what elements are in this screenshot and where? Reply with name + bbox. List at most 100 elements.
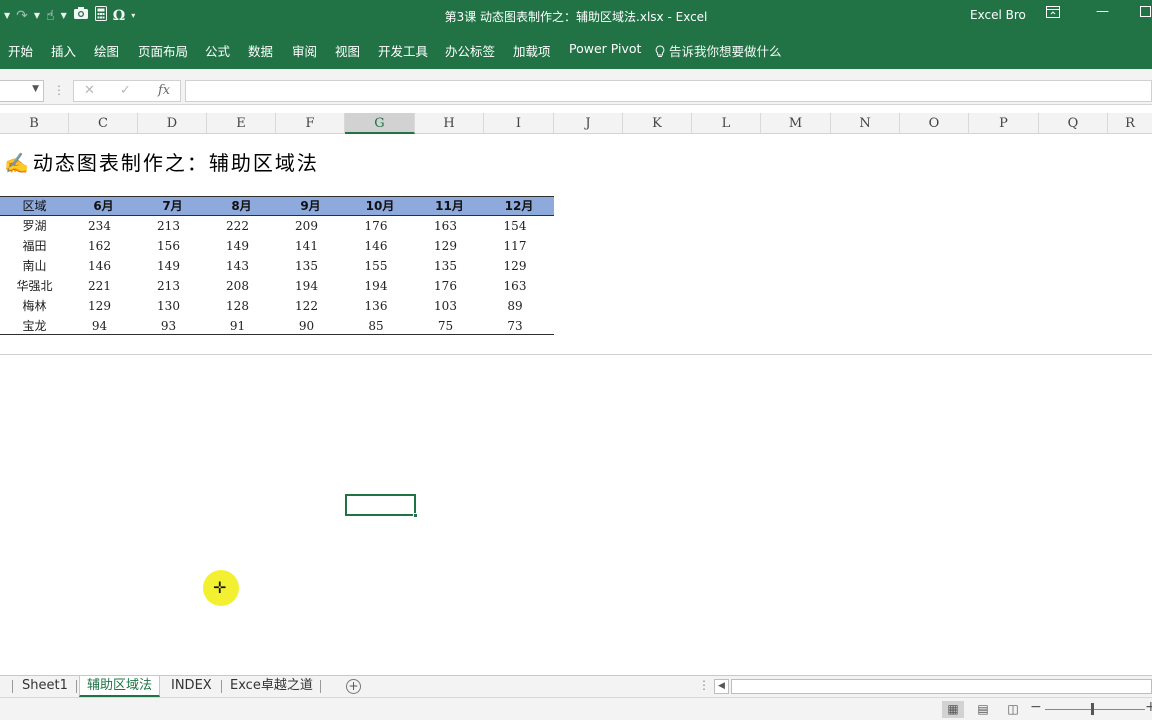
tab-home[interactable]: 开始: [8, 41, 33, 60]
page-break-view-icon[interactable]: ◫: [1002, 701, 1024, 718]
minimize-icon[interactable]: —: [1096, 4, 1109, 19]
value-cell[interactable]: 213: [134, 276, 203, 296]
column-header-m[interactable]: M: [761, 113, 831, 134]
tell-me-search[interactable]: 告诉我你想要做什么: [655, 41, 782, 60]
region-cell[interactable]: 梅林: [0, 296, 69, 316]
value-cell[interactable]: 122: [272, 296, 341, 316]
tab-power-pivot[interactable]: Power Pivot: [569, 41, 641, 56]
worksheet-grid[interactable]: ✍ 动态图表制作之：辅助区域法 区域 6月 7月 8月 9月 10月 11月 12…: [0, 134, 1152, 675]
region-cell[interactable]: 罗湖: [0, 216, 69, 236]
table-header-cell[interactable]: 区域: [0, 197, 69, 216]
value-cell[interactable]: 146: [341, 236, 411, 256]
value-cell[interactable]: 130: [134, 296, 203, 316]
fill-handle[interactable]: [413, 513, 418, 518]
tab-developer[interactable]: 开发工具: [378, 41, 428, 60]
name-box[interactable]: ▼: [0, 80, 44, 102]
active-cell-selection[interactable]: [345, 494, 418, 518]
value-cell[interactable]: 135: [272, 256, 341, 276]
value-cell[interactable]: 89: [480, 296, 550, 316]
value-cell[interactable]: 213: [134, 216, 203, 236]
sheet-tab-excel-path[interactable]: Exce卓越之道: [230, 676, 313, 697]
column-header-i[interactable]: I: [484, 113, 554, 134]
sheet-tab-sheet1[interactable]: Sheet1: [22, 676, 68, 697]
value-cell[interactable]: 154: [480, 216, 550, 236]
value-cell[interactable]: 129: [411, 236, 480, 256]
user-name[interactable]: Excel Bro: [970, 8, 1026, 22]
zoom-slider-track[interactable]: [1045, 709, 1145, 710]
region-cell[interactable]: 福田: [0, 236, 69, 256]
value-cell[interactable]: 222: [203, 216, 272, 236]
value-cell[interactable]: 163: [480, 276, 550, 296]
value-cell[interactable]: 209: [272, 216, 341, 236]
table-header-cell[interactable]: 11月: [415, 197, 484, 216]
column-header-q[interactable]: Q: [1039, 113, 1108, 134]
value-cell[interactable]: 136: [341, 296, 411, 316]
value-cell[interactable]: 221: [65, 276, 134, 296]
tab-review[interactable]: 审阅: [292, 41, 317, 60]
zoom-out-button[interactable]: −: [1030, 699, 1042, 715]
region-cell[interactable]: 宝龙: [0, 316, 69, 336]
column-header-n[interactable]: N: [831, 113, 900, 134]
tab-insert[interactable]: 插入: [51, 41, 76, 60]
sheet-tab-index[interactable]: INDEX: [171, 676, 212, 697]
ribbon-display-options-icon[interactable]: [1046, 6, 1060, 22]
value-cell[interactable]: 90: [272, 316, 341, 336]
column-header-e[interactable]: E: [207, 113, 276, 134]
normal-view-icon[interactable]: ▦: [942, 701, 964, 718]
page-layout-view-icon[interactable]: ▤: [972, 701, 994, 718]
column-header-o[interactable]: O: [900, 113, 969, 134]
column-header-p[interactable]: P: [969, 113, 1039, 134]
value-cell[interactable]: 149: [203, 236, 272, 256]
value-cell[interactable]: 208: [203, 276, 272, 296]
table-header-cell[interactable]: 9月: [276, 197, 345, 216]
horizontal-scrollbar[interactable]: [731, 679, 1152, 694]
tab-add-ins[interactable]: 加载项: [513, 41, 551, 60]
column-header-g[interactable]: G: [345, 113, 415, 134]
value-cell[interactable]: 156: [134, 236, 203, 256]
zoom-in-button[interactable]: +: [1145, 699, 1152, 715]
tab-data[interactable]: 数据: [248, 41, 273, 60]
value-cell[interactable]: 103: [411, 296, 480, 316]
value-cell[interactable]: 143: [203, 256, 272, 276]
column-header-l[interactable]: L: [692, 113, 761, 134]
value-cell[interactable]: 141: [272, 236, 341, 256]
value-cell[interactable]: 234: [65, 216, 134, 236]
column-header-k[interactable]: K: [623, 113, 692, 134]
value-cell[interactable]: 155: [341, 256, 411, 276]
column-header-b[interactable]: B: [0, 113, 69, 134]
value-cell[interactable]: 176: [341, 216, 411, 236]
table-header-cell[interactable]: 6月: [69, 197, 138, 216]
sheet-tab-active[interactable]: 辅助区域法: [79, 676, 161, 697]
insert-function-button[interactable]: fx: [158, 83, 170, 98]
formula-input[interactable]: [185, 80, 1152, 102]
table-header-cell[interactable]: 7月: [138, 197, 207, 216]
resize-handle-icon[interactable]: ⋮: [53, 83, 65, 97]
tab-draw[interactable]: 绘图: [94, 41, 119, 60]
value-cell[interactable]: 149: [134, 256, 203, 276]
value-cell[interactable]: 93: [134, 316, 203, 336]
column-header-r[interactable]: R: [1108, 113, 1152, 134]
zoom-slider-thumb[interactable]: [1091, 703, 1094, 715]
value-cell[interactable]: 73: [480, 316, 550, 336]
tab-formulas[interactable]: 公式: [205, 41, 230, 60]
tab-view[interactable]: 视图: [335, 41, 360, 60]
value-cell[interactable]: 117: [480, 236, 550, 256]
value-cell[interactable]: 85: [341, 316, 411, 336]
column-header-j[interactable]: J: [554, 113, 623, 134]
column-header-d[interactable]: D: [138, 113, 207, 134]
value-cell[interactable]: 194: [341, 276, 411, 296]
maximize-icon[interactable]: [1140, 6, 1151, 21]
value-cell[interactable]: 146: [65, 256, 134, 276]
value-cell[interactable]: 91: [203, 316, 272, 336]
region-cell[interactable]: 南山: [0, 256, 69, 276]
scroll-left-icon[interactable]: ◀: [714, 679, 729, 694]
value-cell[interactable]: 176: [411, 276, 480, 296]
table-header-cell[interactable]: 10月: [345, 197, 415, 216]
enter-check-icon[interactable]: ✓: [120, 83, 131, 98]
value-cell[interactable]: 129: [65, 296, 134, 316]
region-cell[interactable]: 华强北: [0, 276, 69, 296]
tab-page-layout[interactable]: 页面布局: [138, 41, 188, 60]
table-header-cell[interactable]: 12月: [484, 197, 554, 216]
cancel-icon[interactable]: ✕: [84, 83, 95, 98]
column-header-h[interactable]: H: [415, 113, 484, 134]
